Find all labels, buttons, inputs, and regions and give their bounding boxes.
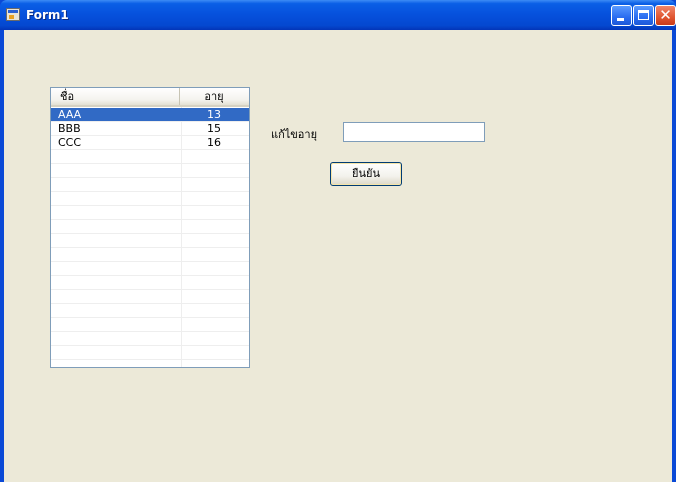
empty-grid-row: [51, 304, 249, 318]
edit-age-input[interactable]: [343, 122, 485, 142]
close-icon: ✕: [659, 6, 672, 24]
row-age-cell: 13: [207, 108, 221, 121]
main-window: Form1 ✕ ชื่อ อายุ AAA 13 BBB 15 CCC 16 แก้ไขอ…: [0, 0, 676, 482]
table-row[interactable]: CCC 16: [51, 136, 249, 150]
empty-grid-row: [51, 276, 249, 290]
title-bar[interactable]: Form1 ✕: [0, 0, 676, 30]
empty-grid-row: [51, 248, 249, 262]
form-app-icon[interactable]: [6, 8, 20, 21]
empty-grid-row: [51, 220, 249, 234]
column-header-name[interactable]: ชื่อ: [51, 88, 180, 105]
empty-grid-row: [51, 164, 249, 178]
row-name-cell: CCC: [58, 136, 82, 149]
maximize-button[interactable]: [633, 5, 654, 26]
minimize-icon: [617, 18, 624, 21]
close-button[interactable]: ✕: [655, 5, 676, 26]
empty-grid-row: [51, 234, 249, 248]
window-title: Form1: [26, 8, 69, 22]
person-listview[interactable]: ชื่อ อายุ AAA 13 BBB 15 CCC 16: [50, 87, 250, 368]
maximize-icon: [638, 10, 649, 20]
confirm-button[interactable]: ยืนยัน: [330, 162, 402, 186]
table-row[interactable]: AAA 13: [51, 108, 249, 122]
row-name-cell: BBB: [58, 122, 81, 135]
empty-grid-row: [51, 150, 249, 164]
edit-age-label: แก้ไขอายุ: [271, 128, 318, 141]
minimize-button[interactable]: [611, 5, 632, 26]
empty-grid-row: [51, 206, 249, 220]
form-client-area: ชื่อ อายุ AAA 13 BBB 15 CCC 16 แก้ไขอายุ ยืนย…: [4, 30, 672, 482]
empty-grid-row: [51, 192, 249, 206]
empty-grid-row: [51, 360, 249, 367]
column-header-age[interactable]: อายุ: [181, 88, 247, 105]
table-row[interactable]: BBB 15: [51, 122, 249, 136]
empty-grid-row: [51, 346, 249, 360]
row-age-cell: 15: [207, 122, 221, 135]
empty-grid-row: [51, 178, 249, 192]
listview-header: ชื่อ อายุ: [51, 88, 249, 107]
row-age-cell: 16: [207, 136, 221, 149]
empty-grid-row: [51, 332, 249, 346]
empty-grid-row: [51, 318, 249, 332]
empty-grid-row: [51, 262, 249, 276]
row-name-cell: AAA: [58, 108, 82, 121]
empty-grid-row: [51, 290, 249, 304]
listview-rows: AAA 13 BBB 15 CCC 16: [51, 108, 249, 367]
